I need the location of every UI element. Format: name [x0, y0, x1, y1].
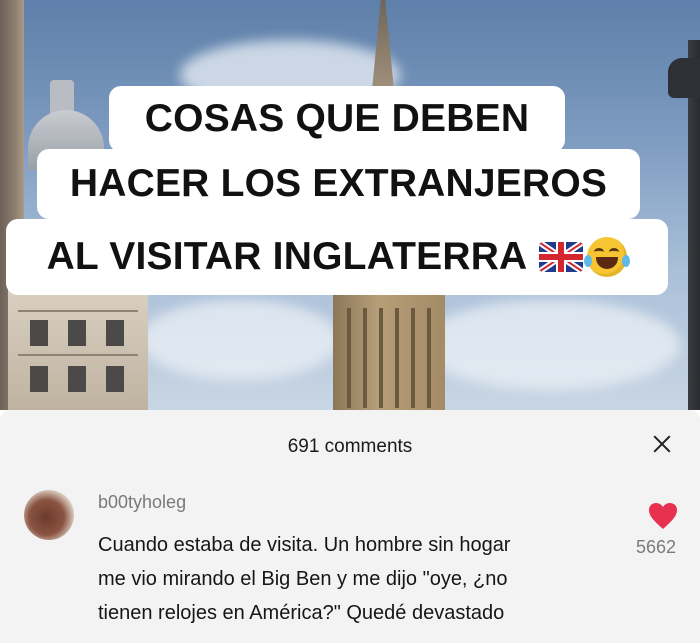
tears-of-joy-icon — [584, 237, 631, 277]
caption-text-1: COSAS QUE DEBEN — [144, 97, 530, 140]
comment-username[interactable]: b00tyholeg — [98, 492, 186, 513]
heart-icon[interactable] — [648, 502, 678, 530]
uk-flag-icon — [539, 242, 584, 272]
comments-sheet: 691 comments b00tyholeg Cuando estaba de… — [0, 410, 700, 643]
comment-text-line: tienen relojes en América?" Quedé devast… — [98, 602, 505, 624]
caption-text-2: HACER LOS EXTRANJEROS — [69, 162, 608, 205]
cloud — [420, 300, 680, 390]
caption-text-3: AL VISITAR INGLATERRA — [46, 235, 528, 278]
like-count: 5662 — [636, 537, 677, 557]
close-icon[interactable] — [648, 430, 676, 458]
caption-line-2: HACER LOS EXTRANJEROS — [37, 149, 640, 219]
comment-text: Cuando estaba de visita. Un hombre sin h… — [98, 528, 618, 630]
comment-text-line: Cuando estaba de visita. Un hombre sin h… — [98, 534, 511, 556]
cloud — [140, 300, 340, 380]
stone-building — [8, 290, 148, 410]
comments-count-title: 691 comments — [287, 436, 413, 457]
lamp — [668, 58, 700, 98]
caption-line-1: COSAS QUE DEBEN — [109, 86, 565, 152]
big-ben-tower — [333, 292, 445, 410]
avatar[interactable] — [24, 490, 74, 540]
tower-spire — [372, 0, 394, 90]
caption-line-3: AL VISITAR INGLATERRA — [6, 219, 668, 295]
caption-emojis — [539, 237, 631, 277]
comment-text-line: me vio mirando el Big Ben y me dijo "oye… — [98, 568, 508, 590]
